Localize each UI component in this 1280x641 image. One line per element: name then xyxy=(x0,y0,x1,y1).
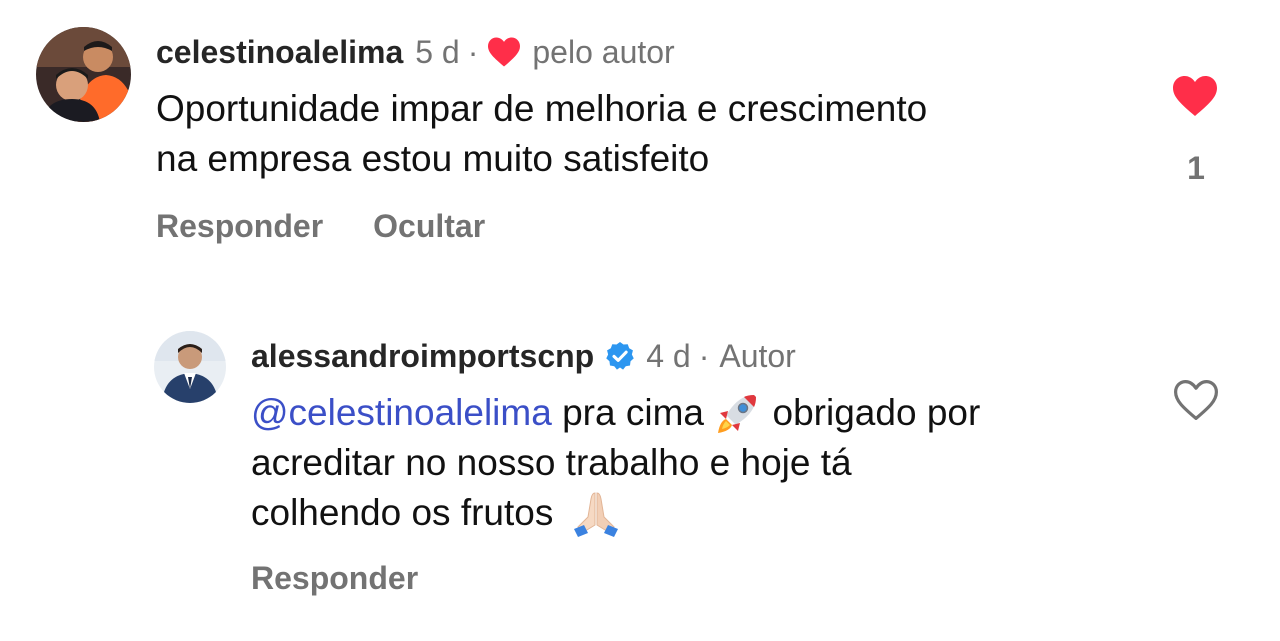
like-button[interactable] xyxy=(1171,378,1223,424)
comment-text-segment: obrigado por xyxy=(762,392,981,433)
verified-badge-icon xyxy=(604,340,636,372)
separator-dot: · xyxy=(467,33,479,70)
like-button[interactable] xyxy=(1170,74,1222,120)
author-label: Autor xyxy=(719,337,796,374)
reply-button[interactable]: Responder xyxy=(251,560,418,597)
comment-text-line: na empresa estou muito satisfeito xyxy=(156,138,710,179)
heart-filled-icon xyxy=(1173,76,1217,116)
comment-text-line: colhendo os frutos xyxy=(251,492,564,533)
comment-text: @celestinoalelima pra cima obrigado por … xyxy=(251,388,980,538)
like-count: 1 xyxy=(1187,150,1205,186)
heart-outline-icon xyxy=(1174,380,1218,420)
rocket-emoji xyxy=(714,389,762,437)
mention-link[interactable]: @celestinoalelima xyxy=(251,388,552,438)
comment-time: 5 d xyxy=(415,33,460,70)
avatar[interactable] xyxy=(154,331,226,403)
folded-hands-emoji xyxy=(568,489,624,537)
comment-username[interactable]: alessandroimportscnp xyxy=(251,338,594,375)
heart-icon xyxy=(486,36,522,68)
avatar[interactable] xyxy=(36,27,131,122)
reply-button[interactable]: Responder xyxy=(156,208,323,245)
comment-text: Oportunidade impar de melhoria e crescim… xyxy=(156,84,927,184)
separator-dot: · xyxy=(698,337,710,374)
comment-username[interactable]: celestinoalelima xyxy=(156,34,403,71)
comment-text-segment: pra cima xyxy=(551,392,715,433)
comment-time: 4 d xyxy=(646,337,691,374)
hide-button[interactable]: Ocultar xyxy=(373,208,485,245)
liked-by-author-label: pelo autor xyxy=(532,33,675,70)
comment-text-line: acreditar no nosso trabalho e hoje tá xyxy=(251,442,852,483)
comment-text-line: Oportunidade impar de melhoria e crescim… xyxy=(156,88,928,129)
